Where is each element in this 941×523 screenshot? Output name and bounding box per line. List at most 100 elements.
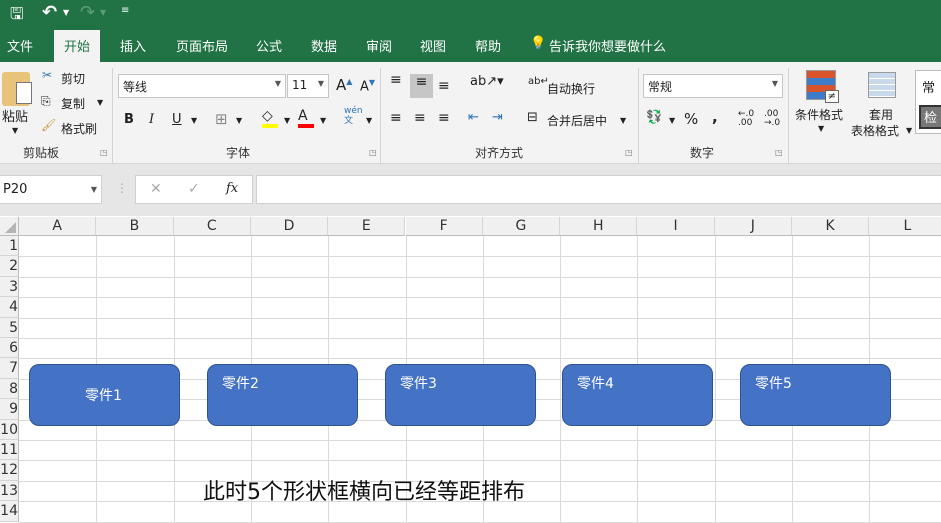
tab-insert[interactable]: 插入 <box>120 36 146 55</box>
column-header-J[interactable]: J <box>714 217 792 236</box>
customize-icon[interactable]: ≡ <box>121 5 129 16</box>
cancel-icon[interactable]: ✕ <box>150 181 162 197</box>
tab-help[interactable]: 帮助 <box>475 36 501 55</box>
borders-icon[interactable]: ⊞ <box>215 110 228 128</box>
tab-view[interactable]: 视图 <box>420 36 446 55</box>
format-painter-button[interactable]: 格式刷 <box>61 120 97 137</box>
column-header-E[interactable]: E <box>328 217 406 236</box>
comma-button[interactable]: , <box>712 108 718 126</box>
row-header-9[interactable]: 9 <box>0 399 19 420</box>
font-name-select[interactable]: 等线 ▼ <box>118 74 286 98</box>
column-header-B[interactable]: B <box>96 217 174 236</box>
phonetic-icon[interactable]: wén 文 <box>344 106 363 126</box>
paste-icon[interactable] <box>2 72 32 106</box>
conditional-dropdown-icon[interactable]: ▼ <box>818 124 824 133</box>
increase-indent-icon[interactable]: ⇥ <box>492 110 503 125</box>
name-box[interactable]: P20 ▼ <box>0 175 102 204</box>
paste-dropdown-icon[interactable]: ▼ <box>12 126 18 135</box>
increase-font-icon[interactable]: A▲ <box>336 76 352 94</box>
row-header-12[interactable]: 12 <box>0 460 19 481</box>
column-header-A[interactable]: A <box>19 217 97 236</box>
align-left-icon[interactable]: ≡ <box>390 110 402 126</box>
format-as-table-dropdown-icon[interactable]: ▼ <box>906 126 912 135</box>
number-format-select[interactable]: 常规 ▼ <box>643 74 783 98</box>
decrease-indent-icon[interactable]: ⇤ <box>468 110 479 125</box>
percent-button[interactable]: % <box>684 110 698 128</box>
font-color-dropdown-icon[interactable]: ▼ <box>320 116 326 125</box>
column-header-C[interactable]: C <box>173 217 251 236</box>
tab-page-layout[interactable]: 页面布局 <box>176 36 228 55</box>
save-icon[interactable]: 🖫 <box>10 3 24 30</box>
tab-home[interactable]: 开始 <box>54 30 101 62</box>
column-header-H[interactable]: H <box>560 217 638 236</box>
font-size-select[interactable]: 11 ▼ <box>287 74 329 98</box>
shape-part-2[interactable]: 零件2 <box>207 364 358 426</box>
select-all-button[interactable] <box>0 217 19 236</box>
paste-button[interactable]: 粘贴 <box>2 106 28 125</box>
row-header-8[interactable]: 8 <box>0 378 19 400</box>
row-header-6[interactable]: 6 <box>0 338 19 359</box>
copy-button[interactable]: 复制 <box>61 95 85 112</box>
font-color-icon[interactable]: A <box>298 108 314 128</box>
accounting-dropdown-icon[interactable]: ▼ <box>669 116 675 125</box>
copy-dropdown-icon[interactable]: ▼ <box>97 98 103 107</box>
row-header-3[interactable]: 3 <box>0 276 19 298</box>
underline-dropdown-icon[interactable]: ▼ <box>191 116 197 125</box>
row-header-11[interactable]: 11 <box>0 440 19 461</box>
dialog-launcher-icon[interactable]: ◳ <box>625 148 633 157</box>
row-header-13[interactable]: 13 <box>0 480 19 502</box>
orientation-icon[interactable]: ab↗▾ <box>470 74 504 89</box>
row-header-4[interactable]: 4 <box>0 297 19 318</box>
dialog-launcher-icon[interactable]: ◳ <box>100 148 108 157</box>
column-header-D[interactable]: D <box>250 217 329 236</box>
column-header-F[interactable]: F <box>405 217 483 236</box>
shape-part-1[interactable]: 零件1 <box>29 364 180 426</box>
tab-review[interactable]: 审阅 <box>366 36 392 55</box>
shape-part-4[interactable]: 零件4 <box>562 364 713 426</box>
redo-icon[interactable]: ↷ <box>80 2 95 23</box>
wrap-text-button[interactable]: 自动换行 <box>547 80 595 97</box>
phonetic-dropdown-icon[interactable]: ▼ <box>366 116 372 125</box>
style-check-cell[interactable]: 检 <box>919 105 941 129</box>
formula-input[interactable] <box>256 175 941 204</box>
borders-dropdown-icon[interactable]: ▼ <box>236 116 242 125</box>
style-normal[interactable]: 常 <box>922 77 935 96</box>
column-header-L[interactable]: L <box>869 217 941 236</box>
align-center-icon[interactable]: ≡ <box>414 110 426 126</box>
fill-color-dropdown-icon[interactable]: ▼ <box>284 116 290 125</box>
enter-icon[interactable]: ✓ <box>188 181 200 197</box>
undo-dropdown-icon[interactable]: ▼ <box>63 8 69 17</box>
align-top-icon[interactable]: ≡ <box>390 72 402 88</box>
shape-part-3[interactable]: 零件3 <box>385 364 536 426</box>
undo-icon[interactable]: ↶ <box>42 2 57 23</box>
decrease-decimal-icon[interactable]: .00 →.0 <box>764 110 780 128</box>
shape-part-5[interactable]: 零件5 <box>740 364 891 426</box>
conditional-formatting-button[interactable]: 条件格式 <box>795 106 843 123</box>
italic-button[interactable]: I <box>149 112 154 127</box>
underline-button[interactable]: U <box>172 112 182 127</box>
align-middle-icon[interactable]: ≡ <box>410 74 433 98</box>
increase-decimal-icon[interactable]: ←.0.00 <box>738 110 754 128</box>
row-header-1[interactable]: 1 <box>0 236 19 257</box>
row-header-5[interactable]: 5 <box>0 317 19 338</box>
row-header-7[interactable]: 7 <box>0 358 19 379</box>
decrease-font-icon[interactable]: A▼ <box>360 78 375 94</box>
align-bottom-icon[interactable]: ≡ <box>438 78 450 94</box>
tell-me-search[interactable]: 告诉我你想要做什么 <box>549 36 666 55</box>
row-header-10[interactable]: 10 <box>0 419 19 440</box>
format-as-table-label-2[interactable]: 表格格式 <box>851 122 899 139</box>
cell-styles-gallery[interactable]: 常 检 <box>915 70 941 134</box>
column-header-K[interactable]: K <box>792 217 870 236</box>
redo-dropdown-icon[interactable]: ▼ <box>100 8 106 17</box>
cut-button[interactable]: 剪切 <box>61 70 85 87</box>
row-header-2[interactable]: 2 <box>0 256 19 277</box>
align-right-icon[interactable]: ≡ <box>438 110 450 126</box>
dialog-launcher-icon[interactable]: ◳ <box>775 148 783 157</box>
tab-data[interactable]: 数据 <box>311 36 337 55</box>
tab-file[interactable]: 文件 <box>7 36 33 55</box>
bold-button[interactable]: B <box>124 112 134 127</box>
dialog-launcher-icon[interactable]: ◳ <box>369 148 377 157</box>
insert-function-icon[interactable]: fx <box>226 181 238 196</box>
merge-center-button[interactable]: 合并后居中 <box>547 112 607 129</box>
tab-formulas[interactable]: 公式 <box>256 36 282 55</box>
